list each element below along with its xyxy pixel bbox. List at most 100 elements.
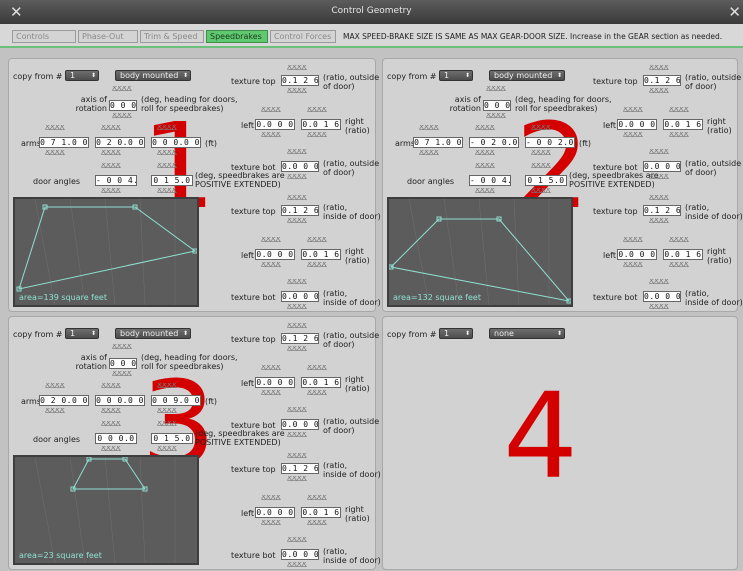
- texture-left-field[interactable]: 0.0 0 0: [617, 119, 657, 130]
- spinner-up-icon[interactable]: ՃՃՃՃ: [307, 107, 327, 114]
- spinner-down-icon[interactable]: ՃՃՃՃ: [287, 174, 307, 181]
- spinner-down-icon[interactable]: ՃՃՃՃ: [475, 188, 495, 195]
- spinner-down-icon[interactable]: ՃՃՃՃ: [531, 188, 551, 195]
- copy-from-select[interactable]: 1 ⬍: [439, 70, 473, 81]
- arm-field-2[interactable]: 0 0 0.0 0: [95, 395, 145, 406]
- spinner-up-icon[interactable]: ՃՃՃՃ: [157, 383, 177, 390]
- spinner-up-icon[interactable]: ՃՃՃՃ: [287, 453, 307, 460]
- texture-left-field[interactable]: 0.0 0 0: [617, 249, 657, 260]
- spinner-down-icon[interactable]: ՃՃՃՃ: [531, 150, 551, 157]
- spinner-up-icon[interactable]: ՃՃՃՃ: [475, 125, 495, 132]
- texture-top-field[interactable]: 0.1 2 6: [643, 75, 681, 86]
- spinner-up-icon[interactable]: ՃՃՃՃ: [261, 107, 281, 114]
- spinner-up-icon[interactable]: ՃՃՃՃ: [649, 195, 669, 202]
- spinner-up-icon[interactable]: ՃՃՃՃ: [101, 383, 121, 390]
- spinner-up-icon[interactable]: ՃՃՃՃ: [261, 237, 281, 244]
- spinner-down-icon[interactable]: ՃՃՃՃ: [307, 132, 327, 139]
- spinner-up-icon[interactable]: ՃՃՃՃ: [649, 279, 669, 286]
- texture-bot-field[interactable]: 0.0 0 0: [281, 549, 319, 560]
- spinner-up-icon[interactable]: ՃՃՃՃ: [307, 365, 327, 372]
- spinner-up-icon[interactable]: ՃՃՃՃ: [669, 107, 689, 114]
- mount-type-select[interactable]: none ⬍: [489, 328, 565, 339]
- mount-type-select[interactable]: body mounted ⬍: [115, 70, 191, 81]
- axis-field[interactable]: 0 0 0: [109, 358, 137, 369]
- spinner-down-icon[interactable]: ՃՃՃՃ: [101, 150, 121, 157]
- spinner-down-icon[interactable]: ՃՃՃՃ: [419, 150, 439, 157]
- spinner-down-icon[interactable]: ՃՃՃՃ: [475, 150, 495, 157]
- spinner-down-icon[interactable]: ՃՃՃՃ: [157, 188, 177, 195]
- spinner-down-icon[interactable]: ՃՃՃՃ: [287, 432, 307, 439]
- spinner-up-icon[interactable]: ՃՃՃՃ: [287, 323, 307, 330]
- texture-top-field[interactable]: 0.1 2 6: [281, 75, 319, 86]
- spinner-up-icon[interactable]: ՃՃՃՃ: [101, 421, 121, 428]
- spinner-down-icon[interactable]: ՃՃՃՃ: [261, 262, 281, 269]
- spinner-down-icon[interactable]: ՃՃՃՃ: [157, 408, 177, 415]
- spinner-down-icon[interactable]: ՃՃՃՃ: [157, 446, 177, 453]
- texture-left-field[interactable]: 0.0 0 0: [255, 119, 295, 130]
- spinner-down-icon[interactable]: ՃՃՃՃ: [157, 150, 177, 157]
- copy-from-select[interactable]: 1 ⬍: [65, 328, 99, 339]
- spinner-down-icon[interactable]: ՃՃՃՃ: [307, 520, 327, 527]
- door-angle-field-1[interactable]: - 0 0 4.0: [469, 175, 511, 186]
- spinner-down-icon[interactable]: ՃՃՃՃ: [287, 562, 307, 569]
- door-angle-field-2[interactable]: 0 1 5.0: [151, 433, 193, 444]
- spinner-down-icon[interactable]: ՃՃՃՃ: [261, 390, 281, 397]
- door-angle-field-2[interactable]: 0 1 5.0: [525, 175, 567, 186]
- spinner-up-icon[interactable]: ՃՃՃՃ: [112, 86, 132, 93]
- spinner-up-icon[interactable]: ՃՃՃՃ: [623, 237, 643, 244]
- spinner-up-icon[interactable]: ՃՃՃՃ: [287, 279, 307, 286]
- spinner-down-icon[interactable]: ՃՃՃՃ: [669, 262, 689, 269]
- spinner-up-icon[interactable]: ՃՃՃՃ: [531, 125, 551, 132]
- door-angle-field-1[interactable]: - 0 0 4.0: [95, 175, 137, 186]
- spinner-down-icon[interactable]: ՃՃՃՃ: [45, 150, 65, 157]
- door-angle-field-2[interactable]: 0 1 5.0: [151, 175, 193, 186]
- spinner-down-icon[interactable]: ՃՃՃՃ: [649, 218, 669, 225]
- spinner-down-icon[interactable]: ՃՃՃՃ: [287, 346, 307, 353]
- spinner-up-icon[interactable]: ՃՃՃՃ: [157, 163, 177, 170]
- spinner-up-icon[interactable]: ՃՃՃՃ: [307, 495, 327, 502]
- spinner-down-icon[interactable]: ՃՃՃՃ: [287, 476, 307, 483]
- spinner-up-icon[interactable]: ՃՃՃՃ: [45, 383, 65, 390]
- spinner-up-icon[interactable]: ՃՃՃՃ: [287, 195, 307, 202]
- spinner-up-icon[interactable]: ՃՃՃՃ: [287, 407, 307, 414]
- spinner-down-icon[interactable]: ՃՃՃՃ: [261, 132, 281, 139]
- spinner-down-icon[interactable]: ՃՃՃՃ: [669, 132, 689, 139]
- texture-left-field[interactable]: 0.0 0 0: [255, 507, 295, 518]
- tab-speedbrakes[interactable]: Speedbrakes: [206, 30, 268, 43]
- spinner-up-icon[interactable]: ՃՃՃՃ: [112, 344, 132, 351]
- spinner-down-icon[interactable]: ՃՃՃՃ: [101, 446, 121, 453]
- texture-bot-field[interactable]: 0.0 0 0: [281, 419, 319, 430]
- close-icon-right[interactable]: ✕: [728, 3, 741, 21]
- texture-top-field[interactable]: 0.1 2 6: [643, 205, 681, 216]
- spinner-up-icon[interactable]: ՃՃՃՃ: [261, 365, 281, 372]
- texture-left-field[interactable]: 0.0 0 0: [255, 377, 295, 388]
- texture-right-field[interactable]: 0.0 1 6: [663, 249, 703, 260]
- spinner-up-icon[interactable]: ՃՃՃՃ: [475, 163, 495, 170]
- spinner-up-icon[interactable]: ՃՃՃՃ: [157, 125, 177, 132]
- spinner-up-icon[interactable]: ՃՃՃՃ: [486, 86, 506, 93]
- spinner-down-icon[interactable]: ՃՃՃՃ: [45, 408, 65, 415]
- texture-right-field[interactable]: 0.0 1 6: [301, 377, 341, 388]
- spinner-up-icon[interactable]: ՃՃՃՃ: [101, 125, 121, 132]
- spinner-up-icon[interactable]: ՃՃՃՃ: [623, 107, 643, 114]
- spinner-up-icon[interactable]: ՃՃՃՃ: [649, 65, 669, 72]
- door-angle-field-1[interactable]: 0 0 0.0: [95, 433, 137, 444]
- spinner-down-icon[interactable]: ՃՃՃՃ: [287, 88, 307, 95]
- spinner-down-icon[interactable]: ՃՃՃՃ: [623, 132, 643, 139]
- spinner-down-icon[interactable]: ՃՃՃՃ: [649, 304, 669, 311]
- texture-bot-field[interactable]: 0.0 0 0: [281, 161, 319, 172]
- texture-top-field[interactable]: 0.1 2 6: [281, 205, 319, 216]
- spinner-up-icon[interactable]: ՃՃՃՃ: [261, 495, 281, 502]
- tab-control-forces[interactable]: Control Forces: [270, 30, 336, 43]
- spinner-up-icon[interactable]: ՃՃՃՃ: [307, 237, 327, 244]
- spinner-down-icon[interactable]: ՃՃՃՃ: [649, 88, 669, 95]
- spinner-up-icon[interactable]: ՃՃՃՃ: [287, 65, 307, 72]
- spinner-down-icon[interactable]: ՃՃՃՃ: [101, 188, 121, 195]
- mount-type-select[interactable]: body mounted ⬍: [489, 70, 565, 81]
- spinner-down-icon[interactable]: ՃՃՃՃ: [649, 174, 669, 181]
- copy-from-select[interactable]: 1 ⬍: [65, 70, 99, 81]
- texture-right-field[interactable]: 0.0 1 6: [301, 119, 341, 130]
- spinner-up-icon[interactable]: ՃՃՃՃ: [649, 149, 669, 156]
- arm-field-2[interactable]: 0 2 0.0 0: [95, 137, 145, 148]
- spinner-down-icon[interactable]: ՃՃՃՃ: [101, 408, 121, 415]
